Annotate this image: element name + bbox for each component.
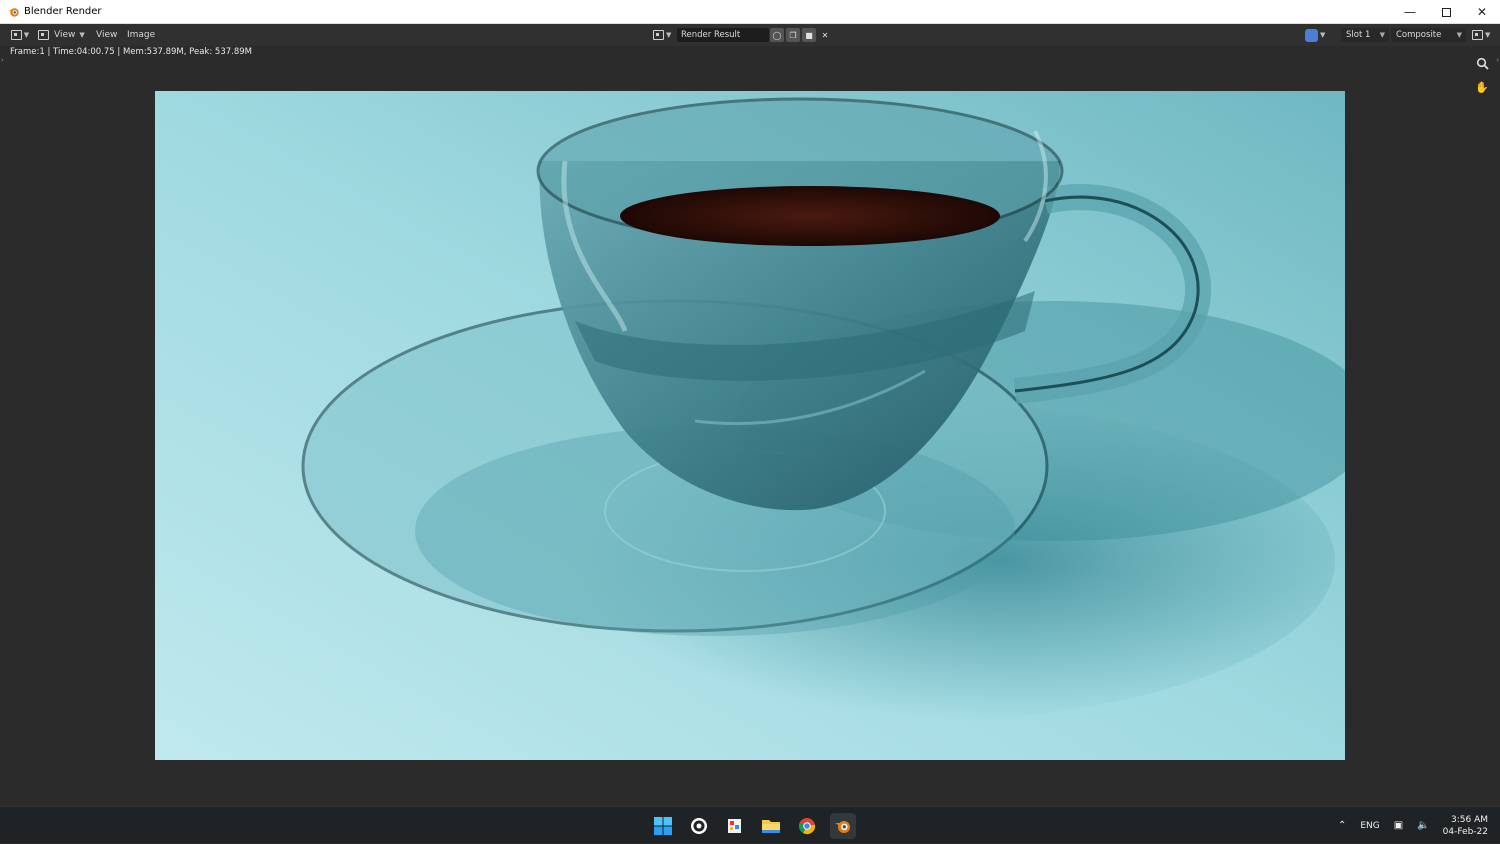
layer-select[interactable]: Composite ▼ — [1391, 28, 1466, 42]
chevron-down-icon: ▼ — [666, 31, 672, 39]
menu-image-label: Image — [127, 30, 156, 40]
chevron-down-icon: ▼ — [1379, 31, 1385, 39]
start-button[interactable] — [650, 813, 676, 839]
blender-icon — [835, 820, 850, 833]
render-result-image — [155, 91, 1345, 760]
shield-icon: ◯ — [772, 30, 782, 40]
clock-time: 3:56 AM — [1451, 814, 1488, 825]
chevron-down-icon: ▼ — [23, 31, 30, 39]
close-icon: ✕ — [1476, 5, 1488, 19]
render-stats: Frame:1 | Time:04:00.75 | Mem:537.89M, P… — [10, 47, 252, 57]
chevron-down-icon: ▼ — [1485, 31, 1491, 39]
clock[interactable]: 3:56 AM 04-Feb-22 — [1443, 814, 1488, 838]
paint-icon — [728, 818, 741, 833]
fake-user-button[interactable]: ◯ — [770, 28, 784, 42]
color-channels-icon — [1305, 28, 1318, 42]
folder-icon: ■ — [805, 30, 813, 40]
display-channels-button[interactable]: ▼ — [1305, 24, 1325, 46]
minimize-icon: — — [1404, 5, 1416, 19]
browse-image-button[interactable]: ▼ — [653, 24, 671, 46]
maximize-button[interactable] — [1428, 0, 1464, 24]
taskbar: ⌃ ENG ▣ 🔈 3:56 AM 04-Feb-22 — [0, 806, 1500, 843]
network-icon[interactable]: ▣ — [1394, 820, 1403, 831]
chevron-up-icon[interactable]: ⌃ — [1338, 820, 1346, 831]
chrome-icon — [798, 817, 816, 834]
hand-pan-icon: ✋ — [1475, 80, 1489, 94]
language-indicator[interactable]: ENG — [1360, 821, 1379, 831]
taskbar-obs[interactable] — [686, 813, 712, 839]
title-bar: Blender Render — ✕ — [0, 0, 1500, 24]
windows-start-icon — [654, 816, 672, 835]
slot-select[interactable]: Slot 1 ▼ — [1341, 28, 1389, 42]
menu-view[interactable]: View — [96, 24, 117, 46]
view-mode-select[interactable]: View ▼ — [38, 24, 85, 46]
duplicate-button[interactable]: ❐ — [786, 28, 800, 42]
taskbar-file-explorer[interactable] — [758, 813, 784, 839]
chevron-down-icon: ▼ — [79, 31, 85, 39]
close-button[interactable]: ✕ — [1464, 0, 1500, 24]
unlink-button[interactable]: ✕ — [818, 28, 832, 42]
browse-image-icon — [653, 30, 664, 40]
view-mode-label: View — [54, 30, 76, 40]
menu-view-label: View — [96, 30, 118, 40]
taskbar-paint[interactable] — [722, 813, 748, 839]
blender-logo-icon — [9, 7, 19, 17]
volume-icon[interactable]: 🔈 — [1417, 820, 1429, 831]
open-image-button[interactable]: ■ — [802, 28, 816, 42]
left-edge-arrow[interactable]: › — [1, 56, 4, 64]
right-edge-arrow[interactable]: ‹ — [1496, 56, 1499, 64]
zoom-icon — [1476, 57, 1489, 70]
taskbar-blender[interactable] — [830, 812, 856, 839]
file-explorer-icon — [762, 819, 780, 833]
clock-date: 04-Feb-22 — [1442, 826, 1488, 837]
image-name-label: Render Result — [681, 30, 741, 40]
image-view-icon — [38, 30, 49, 40]
overlay-icon — [1472, 30, 1483, 40]
chevron-down-icon: ▼ — [1456, 31, 1462, 39]
zoom-button[interactable] — [1472, 54, 1492, 72]
image-editor-icon — [10, 30, 22, 40]
slot-label: Slot 1 — [1346, 30, 1371, 40]
maximize-icon — [1441, 7, 1451, 17]
duplicate-icon: ❐ — [789, 30, 797, 40]
taskbar-chrome[interactable] — [794, 813, 820, 839]
close-icon: ✕ — [821, 30, 829, 40]
layer-label: Composite — [1396, 30, 1442, 40]
window-title: Blender Render — [24, 6, 102, 17]
image-name-field[interactable]: Render Result — [677, 28, 769, 42]
minimize-button[interactable]: — — [1392, 0, 1428, 24]
chevron-down-icon: ▼ — [1320, 31, 1326, 39]
obs-icon — [691, 817, 707, 834]
overlay-button[interactable]: ▼ — [1472, 24, 1490, 46]
menu-image[interactable]: Image — [127, 24, 155, 46]
pan-button[interactable]: ✋ — [1472, 78, 1492, 96]
editor-type-button[interactable]: ▼ — [8, 26, 32, 44]
